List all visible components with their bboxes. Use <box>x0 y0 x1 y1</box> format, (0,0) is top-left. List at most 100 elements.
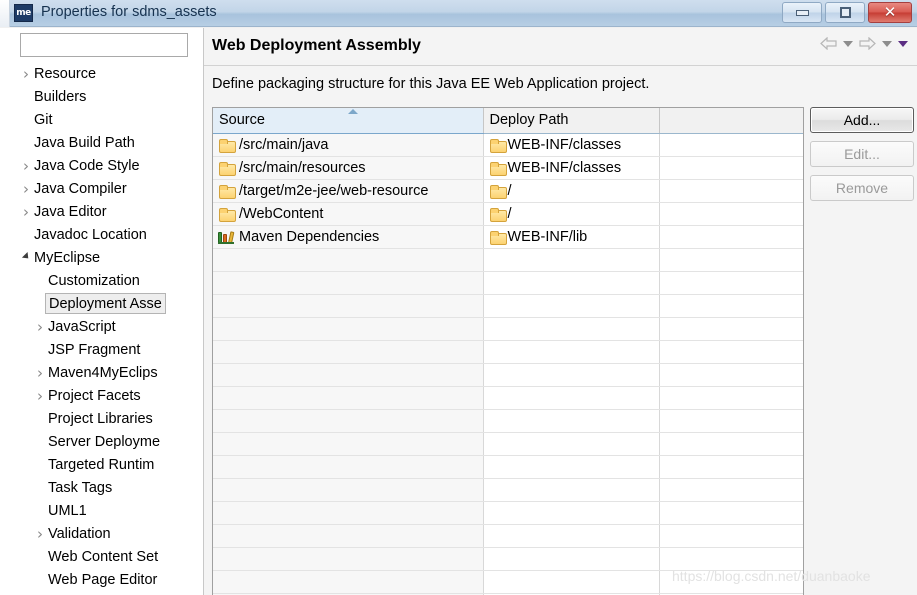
cell-source-label: /target/m2e-jee/web-resource <box>239 182 429 199</box>
add-button[interactable]: Add... <box>810 107 914 133</box>
sidebar-item-javadoc-location[interactable]: Javadoc Location <box>0 223 199 246</box>
settings-tree[interactable]: Resource Builders Git Java Build Path Java C… <box>0 62 199 595</box>
properties-dialog: me Properties for sdms_assets ✕ Resource… <box>0 0 917 595</box>
cell-empty <box>213 294 484 318</box>
chevron-right-icon[interactable] <box>32 387 48 405</box>
cell-empty <box>483 432 660 456</box>
cell-empty <box>213 547 484 571</box>
table-row[interactable]: /src/main/resources WEB-INF/classes <box>213 156 803 180</box>
sidebar-item-git[interactable]: Git <box>0 108 199 131</box>
sidebar-item-project-facets[interactable]: Project Facets <box>0 384 199 407</box>
sidebar-item-label: Java Editor <box>34 203 107 220</box>
cell-deploy-path: / <box>483 202 660 226</box>
deployment-assembly-table-container[interactable]: Source Deploy Path /src/main/java WEB-INF… <box>212 107 804 595</box>
table-row-empty <box>213 570 803 594</box>
settings-sidebar: Resource Builders Git Java Build Path Java C… <box>0 28 203 595</box>
folder-icon <box>489 138 507 153</box>
chevron-right-icon[interactable] <box>18 180 34 198</box>
sidebar-item-myeclipse[interactable]: MyEclipse <box>0 246 199 269</box>
sidebar-item-validation[interactable]: Validation <box>0 522 199 545</box>
chevron-right-icon[interactable] <box>18 203 34 221</box>
column-header-deploy-path[interactable]: Deploy Path <box>483 108 660 134</box>
sidebar-item-server-deployme[interactable]: Server Deployme <box>0 430 199 453</box>
title-bar[interactable]: me Properties for sdms_assets ✕ <box>0 0 917 27</box>
sidebar-item-maven4myeclips[interactable]: Maven4MyEclips <box>0 361 199 384</box>
sidebar-item-targeted-runtim[interactable]: Targeted Runtim <box>0 453 199 476</box>
close-button[interactable]: ✕ <box>868 2 912 23</box>
window-left-strip <box>0 0 10 27</box>
sidebar-item-java-code-style[interactable]: Java Code Style <box>0 154 199 177</box>
sidebar-item-java-compiler[interactable]: Java Compiler <box>0 177 199 200</box>
sidebar-item-project-libraries[interactable]: Project Libraries <box>0 407 199 430</box>
sidebar-item-label: Web Content Set <box>48 548 159 565</box>
sidebar-item-label: Javadoc Location <box>34 226 147 243</box>
column-header-source[interactable]: Source <box>213 108 484 134</box>
folder-icon <box>489 184 507 199</box>
sidebar-item-web-content-set[interactable]: Web Content Set <box>0 545 199 568</box>
cell-empty <box>659 501 803 525</box>
view-menu-dropdown-icon[interactable] <box>898 40 908 47</box>
sidebar-item-label: UML1 <box>48 502 87 519</box>
table-action-buttons: Add... Edit... Remove <box>810 107 914 201</box>
cell-empty <box>659 432 803 456</box>
settings-content-panel: Web Deployment Assembly Define packaging… <box>203 28 917 595</box>
chevron-right-icon[interactable] <box>32 525 48 543</box>
sidebar-item-task-tags[interactable]: Task Tags <box>0 476 199 499</box>
cell-source: /target/m2e-jee/web-resource <box>213 179 484 203</box>
chevron-right-icon[interactable] <box>32 318 48 336</box>
cell-source-label: /src/main/java <box>239 136 329 153</box>
filter-input[interactable] <box>20 33 188 57</box>
column-header-deploy-path-label: Deploy Path <box>489 112 569 129</box>
sidebar-item-customization[interactable]: Customization <box>0 269 199 292</box>
cell-extra <box>659 225 803 249</box>
forward-arrow-icon[interactable] <box>859 37 876 50</box>
minimize-button[interactable] <box>782 2 822 23</box>
sidebar-item-web-page-editor[interactable]: Web Page Editor <box>0 568 199 591</box>
sidebar-item-deployment-asse[interactable]: Deployment Asse <box>0 292 199 315</box>
cell-empty <box>659 570 803 594</box>
chevron-right-icon[interactable] <box>18 65 34 83</box>
chevron-right-icon[interactable] <box>32 364 48 382</box>
cell-empty <box>659 317 803 341</box>
cell-empty <box>483 271 660 295</box>
sidebar-item-label: Deployment Asse <box>45 293 166 314</box>
close-icon: ✕ <box>883 3 897 21</box>
chevron-right-icon[interactable] <box>18 157 34 175</box>
triangle-down-icon[interactable] <box>18 254 34 262</box>
cell-empty <box>483 294 660 318</box>
table-row-empty <box>213 271 803 295</box>
folder-icon <box>219 207 236 222</box>
table-row-empty <box>213 432 803 456</box>
cell-empty <box>483 409 660 433</box>
cell-empty <box>213 386 484 410</box>
column-header-blank[interactable] <box>659 108 803 134</box>
table-body: /src/main/java WEB-INF/classes/src/main/r… <box>213 133 803 595</box>
table-row[interactable]: Maven Dependencies WEB-INF/lib <box>213 225 803 249</box>
sidebar-item-java-editor[interactable]: Java Editor <box>0 200 199 223</box>
maximize-button[interactable] <box>825 2 865 23</box>
sidebar-item-jsp-fragment[interactable]: JSP Fragment <box>0 338 199 361</box>
cell-empty <box>483 524 660 548</box>
cell-extra <box>659 179 803 203</box>
cell-empty <box>483 547 660 571</box>
table-row[interactable]: /target/m2e-jee/web-resource / <box>213 179 803 203</box>
table-row[interactable]: /WebContent / <box>213 202 803 226</box>
sidebar-item-label: Project Facets <box>48 387 141 404</box>
back-arrow-icon[interactable] <box>820 37 837 50</box>
forward-dropdown-icon[interactable] <box>882 40 892 47</box>
sidebar-item-label: MyEclipse <box>34 249 101 266</box>
cell-empty <box>659 386 803 410</box>
table-row[interactable]: /src/main/java WEB-INF/classes <box>213 133 803 157</box>
cell-empty <box>213 432 484 456</box>
minimize-icon <box>795 9 809 16</box>
cell-empty <box>659 363 803 387</box>
myeclipse-app-icon: me <box>14 4 33 22</box>
back-dropdown-icon[interactable] <box>843 40 853 47</box>
sidebar-item-javascript[interactable]: JavaScript <box>0 315 199 338</box>
cell-empty <box>483 570 660 594</box>
sidebar-item-uml1[interactable]: UML1 <box>0 499 199 522</box>
sidebar-item-java-build-path[interactable]: Java Build Path <box>0 131 199 154</box>
sidebar-item-label: Customization <box>48 272 140 289</box>
sidebar-item-resource[interactable]: Resource <box>0 62 199 85</box>
sidebar-item-builders[interactable]: Builders <box>0 85 199 108</box>
